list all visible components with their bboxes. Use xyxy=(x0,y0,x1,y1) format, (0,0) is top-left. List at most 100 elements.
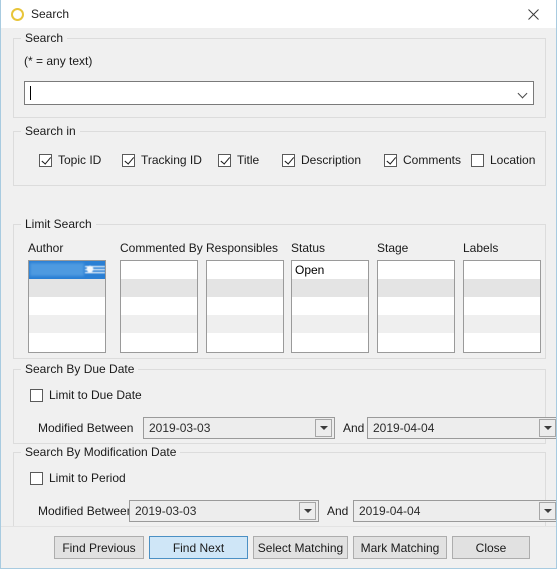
limit-listbox[interactable] xyxy=(463,260,541,353)
mark-matching-button[interactable]: Mark Matching xyxy=(353,536,447,559)
modification-date-to-combo[interactable]: 2019-04-04 xyxy=(353,500,556,522)
list-item[interactable] xyxy=(464,297,540,315)
modification-date-and-label: And xyxy=(327,504,349,518)
limit-column-stage: Stage xyxy=(377,241,455,353)
checkbox-box xyxy=(30,388,43,402)
list-item[interactable] xyxy=(292,297,368,315)
limit-listbox[interactable] xyxy=(120,260,198,353)
search-in-options: Topic ID Tracking ID Title Description Comme… xyxy=(14,153,545,169)
dialog-client-area: Search (* = any text) Search in Topic ID… xyxy=(1,28,556,568)
find-next-button[interactable]: Find Next xyxy=(149,536,248,559)
search-in-checkbox-label: Tracking ID xyxy=(141,153,202,167)
list-item[interactable] xyxy=(29,315,105,333)
limit-column-labels: Labels xyxy=(463,241,541,353)
find-previous-button[interactable]: Find Previous xyxy=(54,536,144,559)
search-in-checkbox-description[interactable]: Description xyxy=(282,153,361,167)
window-title: Search xyxy=(31,7,70,21)
list-item[interactable] xyxy=(207,261,283,279)
list-item[interactable] xyxy=(121,297,197,315)
list-item[interactable] xyxy=(121,333,197,351)
list-item[interactable] xyxy=(29,297,105,315)
triangle-down-glyph xyxy=(543,509,552,513)
list-item[interactable] xyxy=(121,315,197,333)
search-in-checkbox-comments[interactable]: Comments xyxy=(384,153,461,167)
list-item[interactable] xyxy=(121,279,197,297)
list-item[interactable] xyxy=(29,279,105,297)
close-icon[interactable] xyxy=(511,0,556,28)
list-item[interactable] xyxy=(378,261,454,279)
list-item[interactable] xyxy=(292,279,368,297)
search-input[interactable] xyxy=(24,81,534,105)
modification-date-between-label: Modified Between xyxy=(38,504,134,518)
text-caret xyxy=(30,86,31,100)
limit-column-header: Labels xyxy=(463,241,499,255)
triangle-down-icon[interactable] xyxy=(299,502,316,520)
due-date-from-combo[interactable]: 2019-03-03 xyxy=(143,417,335,439)
limit-to-period-checkbox[interactable]: Limit to Period xyxy=(30,471,126,485)
modification-date-from-combo[interactable]: 2019-03-03 xyxy=(129,500,319,522)
due-date-and-label: And xyxy=(343,421,365,435)
list-item[interactable] xyxy=(378,333,454,351)
checkmark-icon xyxy=(39,153,52,167)
limit-column-header: Author xyxy=(28,241,64,255)
list-item[interactable]: Open xyxy=(292,261,368,279)
search-hint-text: (* = any text) xyxy=(24,54,93,68)
list-item[interactable] xyxy=(121,261,197,279)
list-item[interactable] xyxy=(464,279,540,297)
select-matching-button[interactable]: Select Matching xyxy=(253,536,348,559)
triangle-down-icon[interactable] xyxy=(315,419,332,437)
search-in-checkbox-location[interactable]: Location xyxy=(471,153,535,167)
list-item[interactable] xyxy=(378,297,454,315)
search-in-checkbox-label: Title xyxy=(237,153,260,167)
limit-listbox[interactable] xyxy=(206,260,284,353)
title-bar: Search xyxy=(1,0,556,29)
button-label: Find Previous xyxy=(62,540,136,555)
due-date-to-combo[interactable]: 2019-04-04 xyxy=(367,417,556,439)
limit-listbox[interactable] xyxy=(377,260,455,353)
user-badge-icon xyxy=(85,263,105,276)
list-item[interactable] xyxy=(207,279,283,297)
redacted-text xyxy=(30,263,84,276)
list-item[interactable] xyxy=(378,279,454,297)
modification-date-group: Search By Modification Date Limit to Per… xyxy=(13,445,556,527)
list-item[interactable] xyxy=(464,261,540,279)
search-in-checkbox-label: Description xyxy=(301,153,362,167)
checkmark-icon xyxy=(218,153,231,167)
close-button[interactable]: Close xyxy=(452,536,530,559)
search-in-checkbox-tracking-id[interactable]: Tracking ID xyxy=(122,153,202,167)
triangle-down-glyph xyxy=(319,426,328,430)
checkmark-icon xyxy=(384,153,397,167)
list-item[interactable] xyxy=(29,261,105,279)
circle-outline-icon xyxy=(11,7,24,21)
limit-to-due-date-checkbox[interactable]: Limit to Due Date xyxy=(30,388,142,402)
triangle-down-icon[interactable] xyxy=(539,419,556,437)
list-item[interactable] xyxy=(464,315,540,333)
limit-to-due-date-label: Limit to Due Date xyxy=(49,388,142,402)
checkmark-icon xyxy=(282,153,295,167)
triangle-down-glyph xyxy=(543,426,552,430)
search-in-checkbox-label: Topic ID xyxy=(58,153,102,167)
triangle-down-icon[interactable] xyxy=(539,502,556,520)
list-item[interactable] xyxy=(29,333,105,351)
search-in-checkbox-title[interactable]: Title xyxy=(218,153,259,167)
search-dialog-window: Search Search (* = any text) Search in T… xyxy=(0,0,557,569)
list-item[interactable] xyxy=(207,333,283,351)
list-item[interactable] xyxy=(378,315,454,333)
due-date-between-label: Modified Between xyxy=(38,421,134,435)
limit-listbox[interactable]: Open xyxy=(291,260,369,353)
list-item[interactable] xyxy=(292,333,368,351)
dialog-button-bar: Find Previous Find Next Select Matching Mar… xyxy=(1,526,556,568)
limit-search-group: Limit Search Author Commented By Responsib… xyxy=(13,217,546,359)
chevron-down-icon[interactable] xyxy=(513,82,533,104)
list-item[interactable] xyxy=(464,333,540,351)
due-date-to-value: 2019-04-04 xyxy=(373,421,435,435)
limit-column-header: Commented By xyxy=(120,241,203,255)
chevron-down-glyph xyxy=(519,89,528,98)
list-item[interactable] xyxy=(292,315,368,333)
list-item[interactable] xyxy=(207,315,283,333)
limit-listbox[interactable] xyxy=(28,260,106,353)
search-in-checkbox-topic-id[interactable]: Topic ID xyxy=(39,153,101,167)
list-item[interactable] xyxy=(207,297,283,315)
limit-column-responsibles: Responsibles xyxy=(206,241,284,353)
due-date-group-title: Search By Due Date xyxy=(21,362,139,376)
